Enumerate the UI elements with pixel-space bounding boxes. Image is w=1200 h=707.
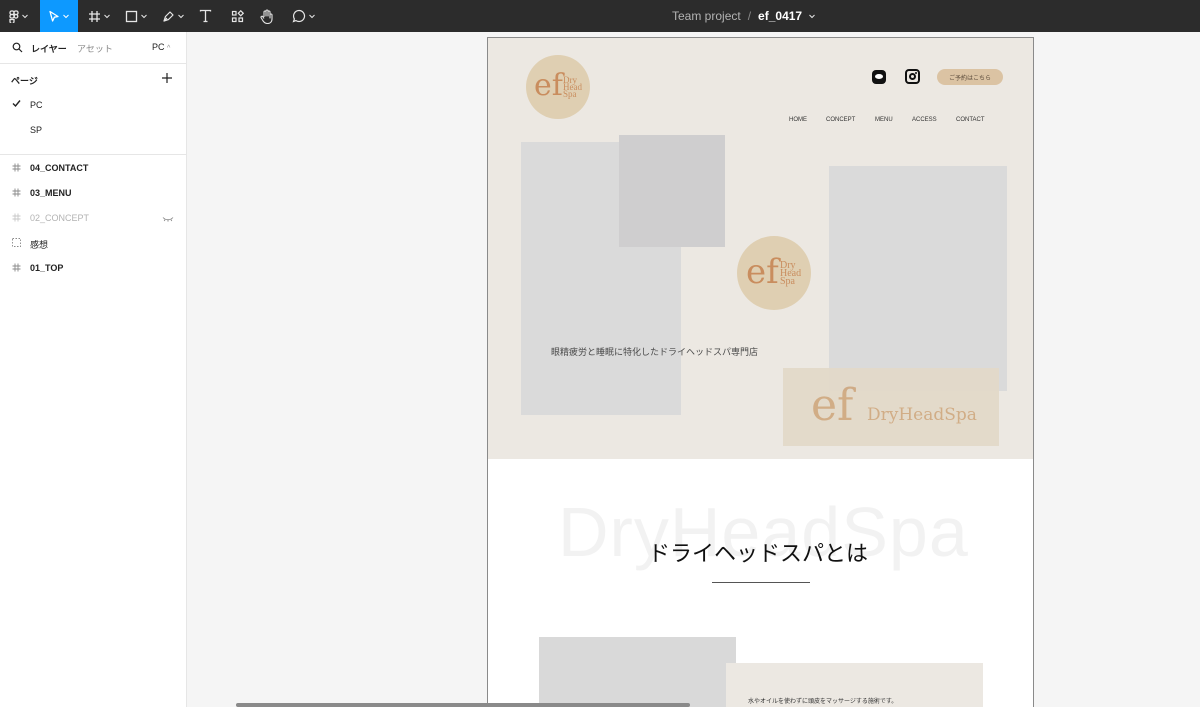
frame-hash-icon [88, 10, 100, 22]
text-tool-button[interactable] [194, 0, 216, 32]
resources-icon [231, 9, 244, 22]
layer-kansou-section[interactable]: 感想 [0, 232, 186, 254]
logo-line: Spa [780, 275, 795, 287]
page-selector[interactable]: PC ^ [152, 42, 170, 52]
comment-tool-button[interactable] [288, 0, 320, 32]
figma-logo-icon [9, 9, 19, 23]
breadcrumb-separator: / [747, 9, 752, 23]
concept-title-underline [712, 582, 810, 583]
frame-hash-icon [12, 188, 21, 197]
rectangle-icon [125, 10, 137, 22]
eye-hidden-icon[interactable] [162, 216, 174, 222]
brand-banner[interactable]: ef DryHeadSpa [783, 368, 999, 446]
project-name[interactable]: Team project [672, 9, 741, 23]
nav-menu[interactable]: MENU [875, 117, 893, 123]
concept-image-placeholder[interactable] [539, 637, 736, 707]
page-selector-label: PC [152, 42, 165, 52]
logo-mark: ef [534, 68, 563, 103]
pages-heading: ページ [11, 76, 38, 86]
pen-icon [162, 10, 174, 22]
tab-assets[interactable]: アセット [77, 42, 113, 55]
page-item-sp[interactable]: SP [0, 119, 186, 141]
frame-tool-button[interactable] [84, 0, 114, 32]
panel-tabs: レイヤー アセット PC ^ [0, 32, 186, 64]
nav-contact[interactable]: CONTACT [956, 117, 985, 123]
frame-hash-icon [12, 213, 21, 222]
page-item-label: PC [30, 100, 43, 110]
logo-mark: ef [746, 252, 779, 292]
toolbar: Team project / ef_0417 [0, 0, 1200, 32]
layer-03-menu[interactable]: 03_MENU [0, 182, 186, 204]
chevron-down-icon [309, 14, 315, 19]
checkmark-icon [12, 100, 21, 108]
chevron-down-icon [22, 14, 28, 19]
nav-access[interactable]: ACCESS [912, 117, 937, 123]
logo-wordmark: Dry Head Spa [563, 76, 582, 100]
frame-hash-icon [12, 163, 21, 172]
banner-name: DryHeadSpa [867, 405, 977, 425]
section-dashed-icon [12, 238, 21, 247]
canvas[interactable]: ef Dry Head Spa ご予約はこちら HOME CONCEPT MEN… [187, 32, 1200, 707]
panel-divider [0, 154, 186, 155]
header-logo[interactable]: ef Dry Head Spa [526, 55, 590, 119]
reserve-button[interactable]: ご予約はこちら [937, 69, 1003, 85]
layer-01-top[interactable]: 01_TOP [0, 257, 186, 279]
add-page-plus-icon[interactable] [160, 71, 174, 85]
hero-image-placeholder-right[interactable] [829, 166, 1007, 391]
tab-layers[interactable]: レイヤー [31, 42, 67, 55]
layer-label: 04_CONTACT [30, 163, 89, 173]
layer-02-concept[interactable]: 02_CONCEPT [0, 207, 186, 229]
hero-section[interactable]: ef Dry Head Spa ご予約はこちら HOME CONCEPT MEN… [488, 38, 1033, 459]
file-name[interactable]: ef_0417 [758, 9, 802, 23]
logo-wordmark: Dry Head Spa [780, 261, 801, 287]
concept-description-box[interactable]: 水やオイルを使わずに頭皮をマッサージする施術です。 [726, 663, 983, 707]
move-tool-button[interactable] [40, 0, 78, 32]
file-title[interactable]: Team project / ef_0417 [672, 0, 816, 32]
resources-button[interactable] [226, 0, 248, 32]
hand-tool-button[interactable] [256, 0, 278, 32]
pen-tool-button[interactable] [158, 0, 188, 32]
layer-label: 感想 [30, 240, 49, 250]
layer-04-contact[interactable]: 04_CONTACT [0, 157, 186, 179]
hero-tagline[interactable]: 眼精疲労と睡眠に特化したドライヘッドスパ専門店 [551, 345, 758, 358]
left-panel: レイヤー アセット PC ^ ページ PC SP 04_CONTACT 03_M… [0, 32, 187, 707]
page-item-pc[interactable]: PC [0, 94, 186, 116]
line-app-icon[interactable] [872, 70, 886, 84]
chevron-down-icon[interactable] [808, 12, 816, 20]
text-t-icon [199, 9, 211, 23]
hero-image-placeholder-top[interactable] [619, 135, 725, 247]
horizontal-scrollbar[interactable] [236, 703, 690, 707]
concept-title[interactable]: ドライヘッドスパとは [648, 536, 868, 568]
shape-tool-button[interactable] [120, 0, 152, 32]
frame-hash-icon [12, 263, 21, 272]
layer-label: 02_CONCEPT [30, 213, 90, 223]
nav-home[interactable]: HOME [789, 117, 807, 123]
instagram-icon[interactable] [905, 69, 920, 84]
logo-line: Spa [563, 89, 577, 100]
layer-label: 01_TOP [30, 263, 64, 273]
nav-concept[interactable]: CONCEPT [826, 117, 855, 123]
comment-bubble-icon [292, 9, 306, 23]
search-icon[interactable] [12, 42, 23, 53]
chevron-down-icon [177, 14, 184, 19]
concept-description-text: 水やオイルを使わずに頭皮をマッサージする施術です。 [748, 699, 898, 705]
chevron-down-icon [140, 14, 147, 19]
center-logo[interactable]: ef Dry Head Spa [737, 236, 811, 310]
chevron-down-icon [103, 14, 110, 19]
layer-label: 03_MENU [30, 188, 72, 198]
chevron-up-icon: ^ [167, 45, 171, 52]
chevron-down-icon [63, 14, 69, 19]
cursor-arrow-icon [49, 10, 59, 22]
main-menu-button[interactable] [6, 0, 32, 32]
hand-icon [260, 8, 273, 24]
page-item-label: SP [30, 125, 43, 135]
design-frame-top[interactable]: ef Dry Head Spa ご予約はこちら HOME CONCEPT MEN… [487, 37, 1034, 707]
banner-mark: ef [811, 380, 854, 431]
